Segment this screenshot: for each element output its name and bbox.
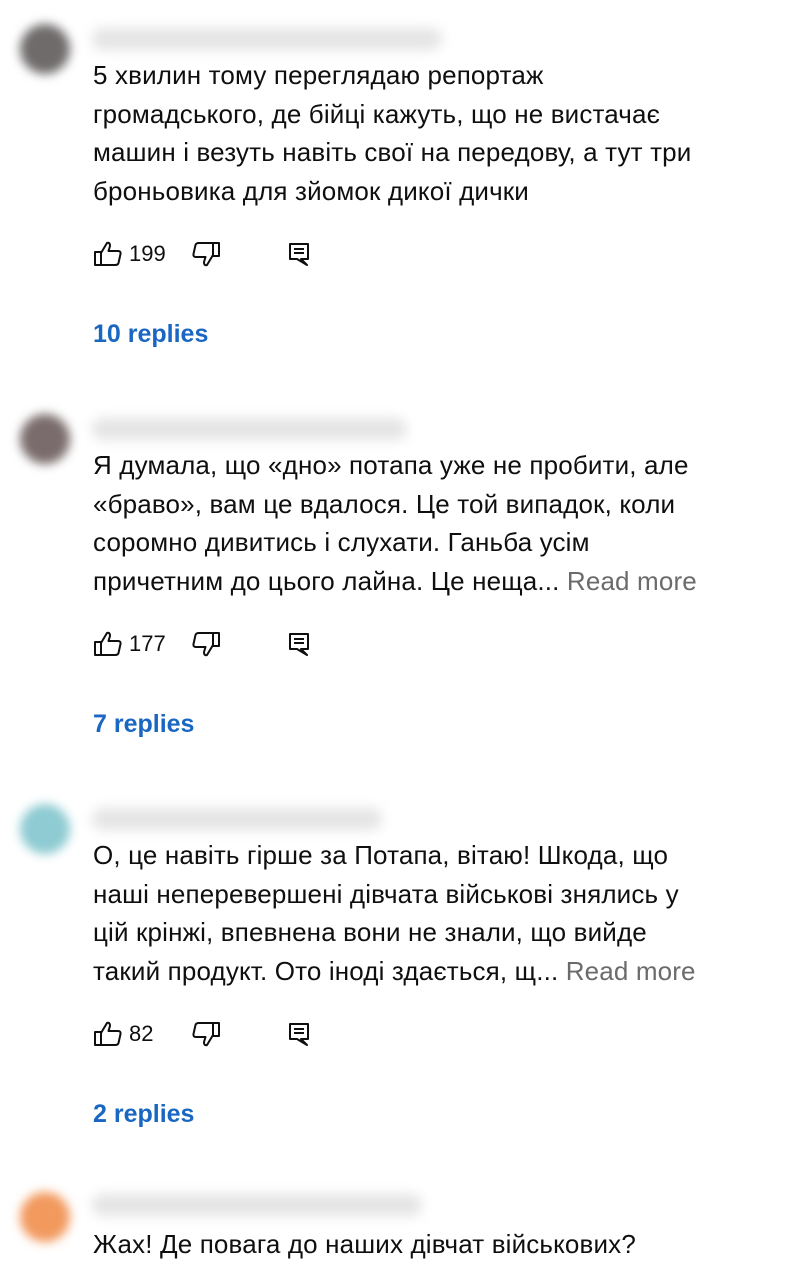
comments-feed: 5 хвилин тому переглядаю репортаж громад… xyxy=(0,0,795,1280)
comment-line: О, це навіть гірше за Потапа, вітаю! Шко… xyxy=(93,840,669,870)
like-count: 199 xyxy=(129,241,166,266)
author-and-time-blurred[interactable] xyxy=(92,1194,422,1216)
dislike-button[interactable] xyxy=(191,630,221,658)
read-more-link[interactable]: Read more xyxy=(566,956,696,986)
comment-line: «браво», вам це вдалося. Це той випадок,… xyxy=(93,488,676,519)
reply-comment-icon xyxy=(287,241,311,267)
comment-line: цій крінжі, впевнена вони не знали, що в… xyxy=(93,917,647,947)
comment-line: машин і везуть навіть свої на передову, … xyxy=(93,137,692,167)
like-button[interactable]: 199 xyxy=(93,240,191,268)
dislike-button[interactable] xyxy=(191,1020,221,1048)
comment-line: громадського, де бійці кажуть, що не вис… xyxy=(93,98,661,129)
thumb-up-icon xyxy=(93,1020,123,1048)
like-button[interactable]: 82 xyxy=(93,1020,191,1048)
author-and-time-blurred[interactable] xyxy=(92,28,442,50)
author-and-time-blurred[interactable] xyxy=(92,418,407,440)
reply-button[interactable] xyxy=(287,241,311,267)
thumb-down-icon xyxy=(191,240,221,268)
reply-button[interactable] xyxy=(287,631,311,657)
comment-line: причетним до цього лайна. Це неща... Rea… xyxy=(93,562,773,601)
truncated-text: причетним до цього лайна. Це неща... xyxy=(93,565,560,596)
comment-line: такий продукт. Ото іноді здається, щ... … xyxy=(93,952,773,991)
comment-line: соромно дивитись і слухати. Ганьба усім xyxy=(93,527,590,557)
replies-toggle[interactable]: 7 replies xyxy=(93,710,194,739)
avatar[interactable] xyxy=(20,24,70,74)
comment-actions: 177 xyxy=(93,627,311,661)
comment-text: О, це навіть гірше за Потапа, вітаю! Шко… xyxy=(93,836,773,990)
like-count: 82 xyxy=(129,1021,154,1046)
read-more-link[interactable]: Read more xyxy=(567,566,697,596)
avatar[interactable] xyxy=(20,414,70,464)
comment-line: наші неперевершені дівчата військові зня… xyxy=(93,878,679,909)
comment-line: 5 хвилин тому переглядаю репортаж xyxy=(93,60,544,90)
comment-text: Я думала, що «дно» потапа уже не пробити… xyxy=(93,446,773,600)
replies-toggle[interactable]: 10 replies xyxy=(93,320,208,349)
comment-line: Жах! Де повага до наших дівчат військови… xyxy=(93,1229,636,1259)
replies-toggle[interactable]: 2 replies xyxy=(93,1100,194,1129)
comment-text: 5 хвилин тому переглядаю репортаж громад… xyxy=(93,56,773,210)
reply-comment-icon xyxy=(287,1021,311,1047)
like-button[interactable]: 177 xyxy=(93,630,191,658)
avatar[interactable] xyxy=(20,1192,70,1242)
thumb-down-icon xyxy=(191,630,221,658)
thumb-down-icon xyxy=(191,1020,221,1048)
comment-text: Жах! Де повага до наших дівчат військови… xyxy=(93,1225,773,1264)
comment-actions: 82 xyxy=(93,1017,311,1051)
dislike-button[interactable] xyxy=(191,240,221,268)
author-and-time-blurred[interactable] xyxy=(92,808,382,830)
thumb-up-icon xyxy=(93,630,123,658)
reply-comment-icon xyxy=(287,631,311,657)
avatar[interactable] xyxy=(20,804,70,854)
like-count: 177 xyxy=(129,631,166,656)
comment-line: броньовика для зйомок дикої дички xyxy=(93,175,529,206)
truncated-text: такий продукт. Ото іноді здається, щ... xyxy=(93,955,559,986)
thumb-up-icon xyxy=(93,240,123,268)
comment-line: Я думала, що «дно» потапа уже не пробити… xyxy=(93,450,689,480)
reply-button[interactable] xyxy=(287,1021,311,1047)
comment-actions: 199 xyxy=(93,237,311,271)
